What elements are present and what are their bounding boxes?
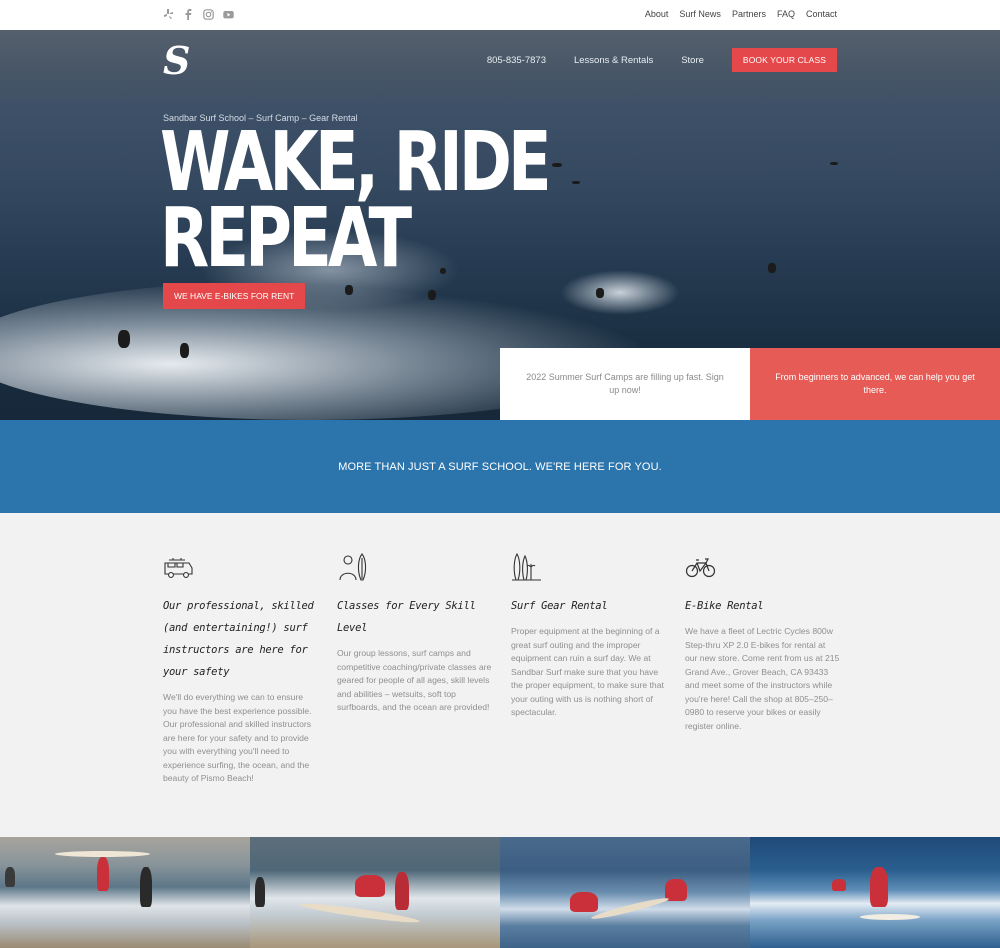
surfer-figure [428, 290, 436, 300]
promo-summer-camps-text: 2022 Summer Surf Camps are filling up fa… [526, 372, 724, 395]
feature-title: Our professional, skilled (and entertain… [163, 600, 314, 678]
surfer-figure [768, 263, 776, 273]
feature-title: E-Bike Rental [685, 600, 764, 612]
bicycle-icon [685, 553, 717, 581]
promo-skill-levels[interactable]: From beginners to advanced, we can help … [750, 348, 1000, 420]
tagline-banner: MORE THAN JUST A SURF SCHOOL. WE'RE HERE… [0, 420, 1000, 513]
nav-faq[interactable]: FAQ [777, 9, 795, 19]
surfer-with-board-icon [337, 553, 369, 581]
gallery-photo-surfer-riding-wave[interactable] [750, 837, 1000, 948]
van-icon [163, 553, 195, 581]
book-class-button[interactable]: BOOK YOUR CLASS [731, 48, 837, 72]
surfer-figure [830, 162, 838, 165]
main-navigation: 805-835-7873 Lessons & Rentals Store BOO… [487, 48, 837, 72]
nav-surf-news[interactable]: Surf News [679, 9, 721, 19]
feature-classes: Classes for Every Skill Level Our group … [337, 553, 492, 715]
feature-body: Our group lessons, surf camps and compet… [337, 648, 492, 712]
feature-title: Surf Gear Rental [511, 600, 608, 612]
tagline-text: MORE THAN JUST A SURF SCHOOL. WE'RE HERE… [338, 460, 662, 473]
surfboards-icon [511, 552, 543, 581]
social-links [163, 8, 234, 21]
surfer-figure [572, 181, 580, 184]
feature-body: Proper equipment at the beginning of a g… [511, 626, 664, 717]
youtube-icon[interactable] [223, 8, 234, 21]
photo-gallery [0, 837, 1000, 948]
gallery-photo-surfers-carrying-boards[interactable] [0, 837, 250, 948]
nav-store[interactable]: Store [681, 55, 704, 66]
feature-title: Classes for Every Skill Level [337, 600, 476, 634]
gallery-photo-paddling-students[interactable] [500, 837, 750, 948]
nav-contact[interactable]: Contact [806, 9, 837, 19]
promo-skill-levels-text: From beginners to advanced, we can help … [775, 372, 975, 395]
features-section: Our professional, skilled (and entertain… [0, 513, 1000, 837]
feature-body: We have a fleet of Lectric Cycles 800w S… [685, 626, 840, 731]
surfer-figure [596, 288, 604, 298]
hero-title-line-2: REPEAT [160, 191, 412, 286]
nav-lessons-rentals[interactable]: Lessons & Rentals [574, 55, 653, 66]
surfer-figure [552, 163, 562, 167]
site-logo[interactable]: S [163, 42, 193, 80]
phone-link[interactable]: 805-835-7873 [487, 55, 546, 66]
surfer-figure [180, 343, 189, 358]
top-bar: About Surf News Partners FAQ Contact [0, 0, 1000, 30]
surfer-figure [345, 285, 353, 295]
feature-ebike-rental: E-Bike Rental We have a fleet of Lectric… [685, 553, 840, 733]
feature-body: We'll do everything we can to ensure you… [163, 692, 312, 783]
surfer-figure [118, 330, 130, 348]
instagram-icon[interactable] [203, 8, 214, 21]
promo-summer-camps[interactable]: 2022 Summer Surf Camps are filling up fa… [500, 348, 750, 420]
ebike-rent-button[interactable]: WE HAVE E-BIKES FOR RENT [163, 283, 306, 309]
nav-about[interactable]: About [645, 9, 669, 19]
hero-title-line-1: WAKE, RIDE [160, 115, 552, 210]
facebook-icon[interactable] [183, 8, 194, 21]
nav-partners[interactable]: Partners [732, 9, 766, 19]
feature-gear-rental: Surf Gear Rental Proper equipment at the… [511, 552, 666, 720]
top-navigation: About Surf News Partners FAQ Contact [645, 9, 837, 19]
feature-instructors: Our professional, skilled (and entertain… [163, 553, 318, 786]
yelp-icon[interactable] [163, 8, 174, 21]
gallery-photo-lesson-practice[interactable] [250, 837, 500, 948]
hero-title: WAKE, RIDE REPEAT [160, 115, 552, 286]
